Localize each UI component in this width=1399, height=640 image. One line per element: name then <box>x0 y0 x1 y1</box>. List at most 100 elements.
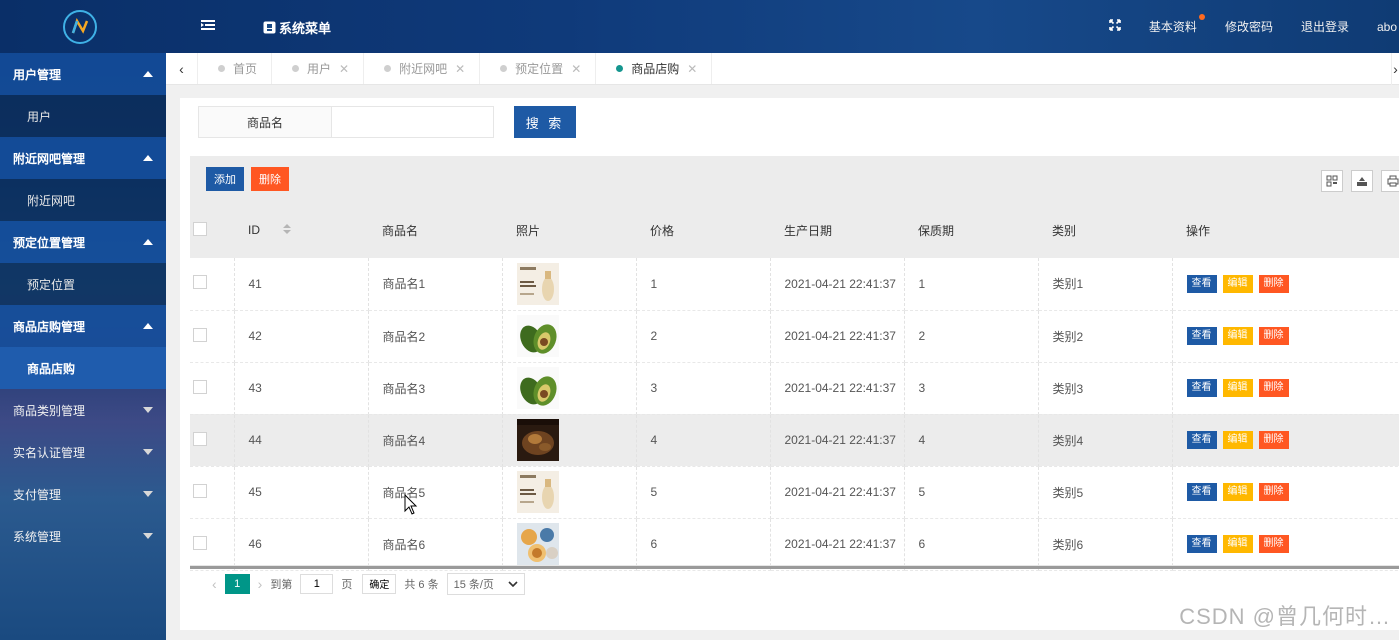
batch-delete-button[interactable]: 删除 <box>251 167 289 191</box>
edit-button[interactable]: 编辑 <box>1222 431 1253 449</box>
column-header-id[interactable]: ID <box>234 202 368 258</box>
sidebar-group-system-mgmt[interactable]: 系统管理 <box>0 515 166 557</box>
sidebar-group-reservation-mgmt[interactable]: 预定位置管理 <box>0 221 166 263</box>
table-row[interactable]: 41 商品名1 1 2021-04-21 22:41:37 1 类别1 查看 编辑 删除 <box>190 258 1399 311</box>
view-button[interactable]: 查看 <box>1186 379 1217 397</box>
product-photo[interactable] <box>516 523 636 565</box>
sidebar-group-netcafe-mgmt[interactable]: 附近网吧管理 <box>0 137 166 179</box>
tab-home[interactable]: 首页 <box>198 53 273 84</box>
system-menu[interactable]: 系统菜单 <box>263 18 331 37</box>
logout-link[interactable]: 退出登录 <box>1287 18 1363 35</box>
goto-confirm-button[interactable]: 确定 <box>362 573 397 594</box>
tab-scroll-right-icon[interactable]: › <box>1391 53 1399 85</box>
delete-button[interactable]: 删除 <box>1258 327 1289 345</box>
goto-page-input[interactable] <box>300 573 334 594</box>
edit-button[interactable]: 编辑 <box>1222 483 1253 501</box>
next-page-icon[interactable]: › <box>258 576 263 592</box>
delete-button[interactable]: 删除 <box>1258 483 1289 501</box>
select-all-cell <box>190 202 234 258</box>
delete-button[interactable]: 删除 <box>1258 274 1289 293</box>
select-all-checkbox[interactable] <box>193 221 207 236</box>
search-input[interactable] <box>332 106 494 138</box>
column-header-actions: 操作 <box>1186 223 1211 238</box>
product-photo[interactable] <box>516 315 636 357</box>
fullscreen-icon[interactable] <box>1109 19 1121 34</box>
sidebar-item-netcafe[interactable]: 附近网吧 <box>0 179 166 221</box>
add-button[interactable]: 添加 <box>206 167 244 191</box>
tab-scroll-left-icon[interactable]: ‹ <box>166 53 198 84</box>
sidebar-group-category-mgmt[interactable]: 商品类别管理 <box>0 389 166 431</box>
goods-table: ID 商品名 照片 价格 生产日期 保质期 类别 操作 41 商品名1 1 2021-… <box>190 202 1399 571</box>
row-checkbox[interactable] <box>193 327 207 342</box>
delete-button[interactable]: 删除 <box>1258 431 1289 449</box>
edit-button[interactable]: 编辑 <box>1222 535 1253 553</box>
row-checkbox[interactable] <box>193 483 207 498</box>
basic-info-link[interactable]: 基本资料 <box>1135 14 1211 35</box>
change-password-link[interactable]: 修改密码 <box>1211 18 1287 35</box>
caret-up-icon <box>143 239 153 245</box>
prev-page-icon[interactable]: ‹ <box>212 576 217 592</box>
table-row[interactable]: 42 商品名2 2 2021-04-21 22:41:37 2 类别2 查看 编辑 删除 <box>190 310 1399 363</box>
sidebar-group-label: 用户管理 <box>13 67 62 82</box>
sidebar-item-reservation[interactable]: 预定位置 <box>0 263 166 305</box>
table-row[interactable]: 45 商品名5 5 2021-04-21 22:41:37 5 类别5 查看 编辑 删除 <box>190 466 1399 519</box>
table-row[interactable]: 43 商品名3 3 2021-04-21 22:41:37 3 类别3 查看 编辑 删除 <box>190 362 1399 415</box>
print-icon[interactable] <box>1381 170 1399 192</box>
row-checkbox[interactable] <box>193 535 207 550</box>
tab-close-icon[interactable]: ✕ <box>687 62 697 76</box>
cell-actions: 查看 编辑 删除 <box>1172 310 1399 363</box>
row-checkbox[interactable] <box>193 275 207 290</box>
cell-actions: 查看 编辑 删除 <box>1172 414 1399 467</box>
product-photo[interactable] <box>516 419 636 461</box>
edit-button[interactable]: 编辑 <box>1222 274 1253 293</box>
tab-close-icon[interactable]: ✕ <box>339 62 349 76</box>
cell-id: 45 <box>234 466 369 519</box>
sidebar-item-user[interactable]: 用户 <box>0 95 166 137</box>
product-photo[interactable] <box>516 262 636 305</box>
row-checkbox[interactable] <box>193 431 207 446</box>
table-row[interactable]: 46 商品名6 6 2021-04-21 22:41:37 6 类别6 查看 编辑 删除 <box>190 518 1399 571</box>
view-button[interactable]: 查看 <box>1186 274 1217 293</box>
watermark: CSDN @曾几何时… <box>1179 604 1391 629</box>
view-button[interactable]: 查看 <box>1186 431 1217 449</box>
column-header-date: 生产日期 <box>784 223 833 238</box>
view-button[interactable]: 查看 <box>1186 483 1217 501</box>
page-size-select[interactable]: 15 条/页 <box>446 572 525 595</box>
view-button[interactable]: 查看 <box>1186 535 1217 553</box>
table-row[interactable]: 44 商品名4 4 2021-04-21 22:41:37 4 类别4 查看 编辑 删除 <box>190 414 1399 467</box>
delete-button[interactable]: 删除 <box>1258 379 1289 397</box>
product-photo[interactable] <box>516 471 636 513</box>
tab-reservation[interactable]: 预定位置 ✕ <box>480 53 597 84</box>
sidebar-group-shop-mgmt[interactable]: 商品店购管理 <box>0 305 166 347</box>
export-icon[interactable] <box>1351 170 1373 192</box>
columns-filter-icon[interactable] <box>1321 170 1343 192</box>
caret-down-icon <box>143 407 153 413</box>
cell-id: 41 <box>234 258 369 311</box>
cell-photo <box>502 466 637 519</box>
sidebar-group-user-mgmt[interactable]: 用户管理 <box>0 53 166 95</box>
search-button[interactable]: 搜 索 <box>514 106 576 138</box>
edit-button[interactable]: 编辑 <box>1222 327 1253 345</box>
cell-price: 4 <box>636 414 771 467</box>
tab-user[interactable]: 用户 ✕ <box>272 53 365 84</box>
tab-netcafe[interactable]: 附近网吧 ✕ <box>364 53 481 84</box>
caret-down-icon <box>143 533 153 539</box>
sidebar-group-payment-mgmt[interactable]: 支付管理 <box>0 473 166 515</box>
product-photo[interactable] <box>516 367 636 409</box>
menu-toggle-icon[interactable] <box>201 19 215 34</box>
delete-button[interactable]: 删除 <box>1258 535 1289 553</box>
edit-button[interactable]: 编辑 <box>1222 379 1253 397</box>
sort-icon[interactable] <box>283 223 292 234</box>
sidebar-group-label: 预定位置管理 <box>13 235 86 250</box>
row-checkbox[interactable] <box>193 379 207 394</box>
system-menu-icon <box>263 21 276 34</box>
basic-info-label: 基本资料 <box>1148 20 1197 34</box>
tab-close-icon[interactable]: ✕ <box>571 62 581 76</box>
page-current[interactable]: 1 <box>224 573 250 594</box>
tab-shop[interactable]: 商品店购 ✕ <box>596 53 713 84</box>
tab-close-icon[interactable]: ✕ <box>455 62 465 76</box>
sidebar-item-shop[interactable]: 商品店购 <box>0 347 166 389</box>
view-button[interactable]: 查看 <box>1186 327 1217 345</box>
sidebar-group-realname-mgmt[interactable]: 实名认证管理 <box>0 431 166 473</box>
username[interactable]: abo <box>1363 20 1399 34</box>
